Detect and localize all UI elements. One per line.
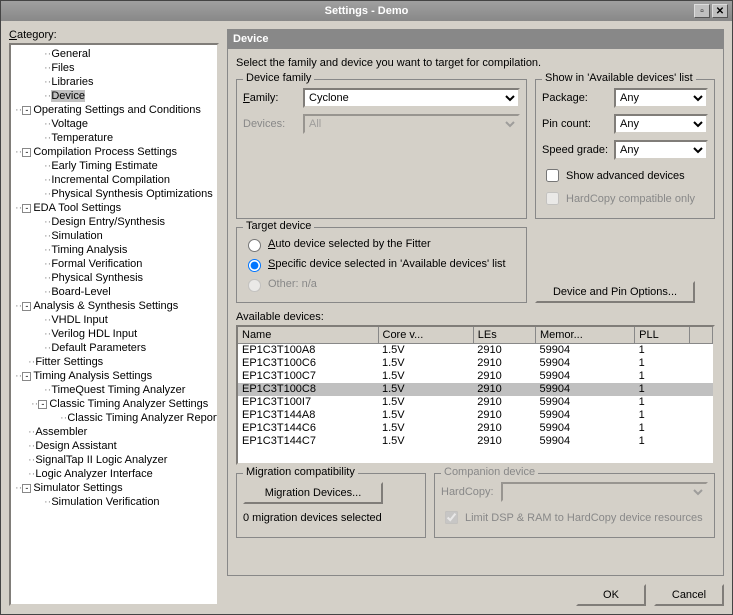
table-row[interactable]: EP1C3T144A81.5V2910599041 [238, 409, 713, 422]
limit-dsp-checkbox [445, 511, 458, 524]
tree-item[interactable]: ··Assembler [11, 425, 217, 439]
tree-item[interactable]: ··Default Parameters [11, 341, 217, 355]
speed-grade-select[interactable]: Any [614, 140, 708, 160]
family-select[interactable]: Cyclone [303, 88, 520, 108]
table-row[interactable]: EP1C3T100C81.5V2910599041 [238, 383, 713, 396]
column-header[interactable]: Name [238, 327, 378, 344]
tree-toggle-icon[interactable]: - [22, 148, 31, 157]
tree-item[interactable]: ··SignalTap II Logic Analyzer [11, 453, 217, 467]
hardcopy-label: HardCopy: [441, 486, 501, 498]
tree-toggle-icon[interactable]: - [22, 484, 31, 493]
table-row[interactable]: EP1C3T100I71.5V2910599041 [238, 396, 713, 409]
table-row[interactable]: EP1C3T144C71.5V2910599041 [238, 435, 713, 448]
tree-item[interactable]: ··TimeQuest Timing Analyzer [11, 383, 217, 397]
tree-item[interactable]: ··Physical Synthesis [11, 271, 217, 285]
panel-title: Device [227, 29, 724, 49]
table-row[interactable]: EP1C3T100C71.5V2910599041 [238, 370, 713, 383]
device-pin-options-button[interactable]: Device and Pin Options... [535, 281, 695, 303]
titlebar: Settings - Demo ▫ ✕ [1, 1, 732, 21]
tree-item[interactable]: ··Temperature [11, 131, 217, 145]
device-family-group: Device family Family: Cyclone Devices: A… [236, 79, 527, 219]
table-row[interactable]: EP1C3T100C61.5V2910599041 [238, 357, 713, 370]
package-select[interactable]: Any [614, 88, 708, 108]
tree-item[interactable]: ··-Simulator Settings [11, 481, 217, 495]
tree-item[interactable]: ··Timing Analysis [11, 243, 217, 257]
companion-group: Companion device HardCopy: Limit DSP & R… [434, 473, 715, 538]
tree-item[interactable]: ··Design Entry/Synthesis [11, 215, 217, 229]
target-auto-radio[interactable] [248, 239, 261, 252]
tree-item[interactable]: ··Simulation [11, 229, 217, 243]
tree-item[interactable]: ··Board-Level [11, 285, 217, 299]
tree-item[interactable]: ··-Operating Settings and Conditions [11, 103, 217, 117]
column-header[interactable]: LEs [473, 327, 535, 344]
pin-count-label: Pin count: [542, 118, 614, 130]
tree-item[interactable]: ··Early Timing Estimate [11, 159, 217, 173]
table-row[interactable]: EP1C3T100A81.5V2910599041 [238, 344, 713, 358]
available-devices-table[interactable]: NameCore v...LEsMemor...PLL EP1C3T100A81… [236, 325, 715, 465]
window-title: Settings - Demo [1, 5, 732, 17]
tree-item[interactable]: ··General [11, 47, 217, 61]
tree-item[interactable]: ··Physical Synthesis Optimizations [11, 187, 217, 201]
column-header[interactable]: Memor... [535, 327, 634, 344]
settings-window: Settings - Demo ▫ ✕ Category: ··General·… [0, 0, 733, 615]
cancel-button[interactable]: Cancel [654, 584, 724, 606]
category-label: Category: [9, 29, 219, 41]
target-specific-radio[interactable] [248, 259, 261, 272]
tree-item[interactable]: ··Incremental Compilation [11, 173, 217, 187]
migration-devices-button[interactable]: Migration Devices... [243, 482, 383, 504]
migration-status: 0 migration devices selected [243, 512, 419, 524]
package-label: Package: [542, 92, 614, 104]
target-other-radio [248, 279, 261, 292]
tree-item[interactable]: ··VHDL Input [11, 313, 217, 327]
column-header[interactable]: PLL [635, 327, 690, 344]
table-row[interactable]: EP1C3T144C61.5V2910599041 [238, 422, 713, 435]
tree-item[interactable]: ··Formal Verification [11, 257, 217, 271]
tree-toggle-icon[interactable]: - [38, 400, 47, 409]
tree-toggle-icon[interactable]: - [22, 106, 31, 115]
tree-toggle-icon[interactable]: - [22, 372, 31, 381]
tree-toggle-icon[interactable]: - [22, 302, 31, 311]
pin-count-select[interactable]: Any [614, 114, 708, 134]
close-button[interactable]: ✕ [712, 4, 728, 18]
speed-grade-label: Speed grade: [542, 144, 614, 156]
tree-item[interactable]: ··Verilog HDL Input [11, 327, 217, 341]
tree-item[interactable]: ··Logic Analyzer Interface [11, 467, 217, 481]
show-advanced-checkbox[interactable] [546, 169, 559, 182]
hardcopy-compat-checkbox [546, 192, 559, 205]
available-devices-label: Available devices: [236, 311, 715, 323]
tree-item[interactable]: ··Libraries [11, 75, 217, 89]
devices-label: Devices: [243, 118, 303, 130]
tree-item[interactable]: ··Classic Timing Analyzer Reporting [11, 411, 217, 425]
tree-toggle-icon[interactable]: - [22, 204, 31, 213]
tree-item[interactable]: ··Simulation Verification [11, 495, 217, 509]
tree-item[interactable]: ··-EDA Tool Settings [11, 201, 217, 215]
tree-item[interactable]: ··Device [11, 89, 217, 103]
tree-item[interactable]: ··Voltage [11, 117, 217, 131]
hardcopy-select [501, 482, 708, 502]
migration-group: Migration compatibility Migration Device… [236, 473, 426, 538]
devices-select: All [303, 114, 520, 134]
minimize-button[interactable]: ▫ [694, 4, 710, 18]
target-device-group: Target device Auto device selected by th… [236, 227, 527, 303]
ok-button[interactable]: OK [576, 584, 646, 606]
family-label: Family: [243, 92, 303, 104]
tree-item[interactable]: ··-Analysis & Synthesis Settings [11, 299, 217, 313]
tree-item[interactable]: ··Files [11, 61, 217, 75]
tree-item[interactable]: ··-Classic Timing Analyzer Settings [11, 397, 217, 411]
tree-item[interactable]: ··-Timing Analysis Settings [11, 369, 217, 383]
tree-item[interactable]: ··Design Assistant [11, 439, 217, 453]
category-tree[interactable]: ··General··Files··Libraries··Device··-Op… [9, 43, 219, 606]
tree-item[interactable]: ··-Compilation Process Settings [11, 145, 217, 159]
show-available-group: Show in 'Available devices' list Package… [535, 79, 715, 219]
column-header[interactable]: Core v... [378, 327, 473, 344]
panel-intro: Select the family and device you want to… [236, 57, 715, 69]
tree-item[interactable]: ··Fitter Settings [11, 355, 217, 369]
